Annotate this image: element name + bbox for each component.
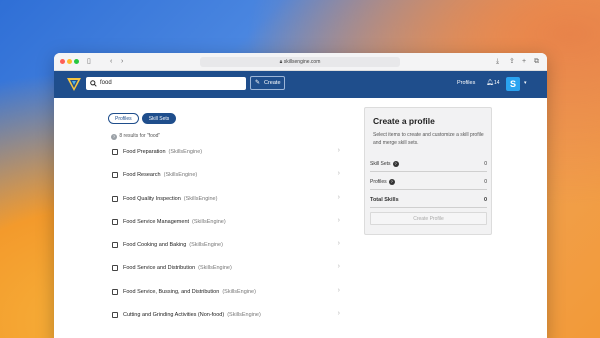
item-title: Food Research (SkillsEngine): [123, 172, 198, 179]
avatar[interactable]: S: [506, 77, 520, 91]
create-label: Create: [264, 80, 281, 86]
select-checkbox[interactable]: [112, 218, 118, 225]
skill-sets-label: Skill Sets: [370, 161, 391, 167]
close-window-button[interactable]: [60, 59, 65, 64]
bell-icon[interactable]: 🔔︎: [486, 79, 494, 86]
notification-count: 14: [494, 80, 500, 86]
help-icon[interactable]: ?: [111, 134, 117, 140]
tabs-icon[interactable]: ⧉: [534, 57, 539, 66]
list-item[interactable]: Food Service, Bussing, and Distribution(…: [112, 285, 340, 308]
total-skills-count: 0: [483, 197, 487, 203]
forward-icon[interactable]: ›: [121, 57, 123, 66]
item-source: (SkillsEngine): [222, 288, 256, 295]
profiles-count: 0: [484, 179, 487, 185]
item-title: Food Service and Distribution (SkillsEngi…: [123, 265, 232, 272]
list-item[interactable]: Food Cooking and Baking (SkillsEngine) ›: [112, 238, 340, 261]
create-profile-panel: Create a profile Select items to create …: [364, 107, 492, 235]
chevron-right-icon[interactable]: ›: [338, 263, 340, 270]
maximize-window-button[interactable]: [74, 59, 79, 64]
item-source: (SkillsEngine): [227, 312, 261, 319]
sidebar-icon[interactable]: ▯: [87, 57, 91, 66]
chevron-down-icon[interactable]: ▾: [524, 80, 527, 86]
select-checkbox[interactable]: [112, 149, 118, 155]
create-profile-button[interactable]: Create Profile: [370, 212, 487, 225]
total-skills-row: Total Skills 0: [370, 192, 487, 208]
result-tabs: Profiles Skill Sets: [108, 113, 177, 124]
results-list: Food Preparation (SkillsEngine) › Food Re…: [112, 145, 340, 331]
select-checkbox[interactable]: [112, 172, 118, 179]
chevron-right-icon[interactable]: ›: [338, 287, 340, 294]
item-title: Food Service Management (SkillsEngine): [123, 218, 226, 225]
select-checkbox[interactable]: [112, 312, 118, 319]
select-checkbox[interactable]: [112, 195, 118, 202]
skillsengine-logo[interactable]: [66, 76, 82, 92]
search-icon: [90, 80, 97, 87]
skill-sets-row: Skill Sets? 0: [370, 156, 487, 172]
panel-title: Create a profile: [373, 116, 435, 126]
panel-description: Select items to create and customize a s…: [373, 132, 484, 146]
item-title: Food Cooking and Baking (SkillsEngine): [123, 242, 223, 249]
item-title: Food Quality Inspection (SkillsEngine): [123, 195, 218, 202]
chevron-right-icon[interactable]: ›: [338, 217, 340, 224]
profiles-nav-link[interactable]: Profiles: [457, 80, 475, 86]
minimize-window-button[interactable]: [67, 59, 72, 64]
list-item[interactable]: Food Quality Inspection (SkillsEngine) ›: [112, 192, 340, 215]
list-item[interactable]: Cutting and Grinding Activities (Non-foo…: [112, 308, 340, 331]
create-icon: ✎: [255, 80, 261, 86]
profiles-label: Profiles: [370, 179, 387, 185]
select-checkbox[interactable]: [112, 265, 118, 272]
chevron-right-icon[interactable]: ›: [338, 194, 340, 201]
list-item[interactable]: Food Service and Distribution (SkillsEngi…: [112, 261, 340, 284]
address-text: skillsengine.com: [283, 59, 321, 65]
profiles-row: Profiles? 0: [370, 174, 487, 190]
chevron-right-icon[interactable]: ›: [338, 310, 340, 317]
address-bar[interactable]: 🔒︎ skillsengine.com: [200, 57, 400, 67]
new-tab-icon[interactable]: +: [522, 57, 526, 66]
item-source: (SkillsEngine): [168, 149, 203, 155]
total-skills-label: Total Skills: [370, 197, 399, 203]
search-input[interactable]: food: [86, 77, 246, 90]
item-title: Food Preparation (SkillsEngine): [123, 149, 203, 155]
lock-icon: 🔒︎: [279, 59, 283, 65]
item-source: (SkillsEngine): [189, 242, 223, 249]
skill-sets-count: 0: [484, 161, 487, 167]
item-title: Food Service, Bussing, and Distribution(…: [123, 288, 256, 295]
list-item[interactable]: Food Research (SkillsEngine) ›: [112, 168, 340, 191]
search-value: food: [100, 80, 112, 86]
help-icon[interactable]: ?: [388, 179, 395, 185]
item-source: (SkillsEngine): [198, 265, 232, 272]
tab-skill-sets[interactable]: Skill Sets: [141, 113, 177, 124]
chevron-right-icon[interactable]: ›: [338, 147, 340, 154]
item-source: (SkillsEngine): [192, 218, 226, 225]
tab-profiles[interactable]: Profiles: [108, 113, 139, 124]
select-checkbox[interactable]: [112, 242, 118, 249]
browser-window: ▯ ‹ › 🔒︎ skillsengine.com ⤓ ⇪ + ⧉ food ✎…: [54, 53, 547, 338]
help-icon[interactable]: ?: [392, 161, 399, 167]
list-item[interactable]: Food Service Management (SkillsEngine) ›: [112, 215, 340, 238]
chevron-right-icon[interactable]: ›: [338, 240, 340, 247]
download-icon[interactable]: ⤓: [496, 57, 499, 66]
chevron-right-icon[interactable]: ›: [338, 170, 340, 177]
select-checkbox[interactable]: [112, 288, 118, 295]
create-button[interactable]: ✎ Create: [250, 76, 285, 90]
item-source: (SkillsEngine): [163, 172, 198, 179]
results-count: ? 8 results for "food": [111, 133, 160, 140]
back-icon[interactable]: ‹: [110, 57, 112, 66]
results-count-text: 8 results for "food": [119, 133, 161, 139]
item-title: Cutting and Grinding Activities (Non-foo…: [123, 312, 261, 319]
share-icon[interactable]: ⇪: [509, 57, 515, 66]
browser-titlebar: ▯ ‹ › 🔒︎ skillsengine.com ⤓ ⇪ + ⧉: [54, 53, 547, 71]
app-header: food ✎ Create Profiles 🔔︎ 14 S ▾: [54, 71, 547, 98]
item-source: (SkillsEngine): [183, 195, 218, 202]
list-item[interactable]: Food Preparation (SkillsEngine) ›: [112, 145, 340, 168]
